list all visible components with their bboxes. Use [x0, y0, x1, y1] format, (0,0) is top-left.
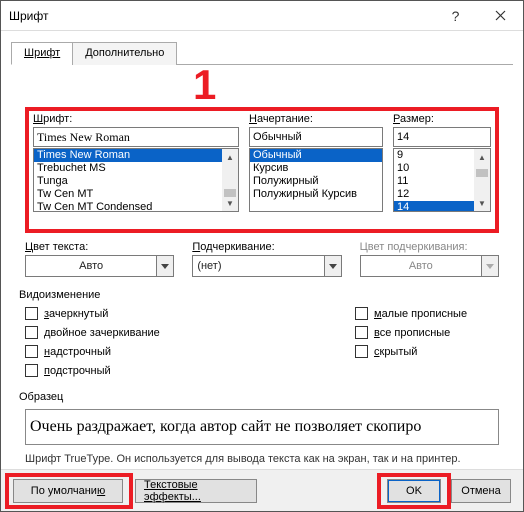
list-item[interactable]: Курсив	[250, 162, 382, 175]
check-all-caps[interactable]: все прописные	[355, 326, 467, 339]
tab-strip: Шрифт Дополнительно	[11, 41, 513, 65]
scroll-up-icon[interactable]: ▲	[474, 149, 490, 165]
annotation-1: 1	[193, 61, 216, 109]
button-bar: По умолчанию Текстовые эффекты... OK Отм…	[1, 469, 523, 511]
close-icon	[495, 10, 506, 21]
list-item[interactable]: Tunga	[34, 175, 238, 188]
tab-font[interactable]: Шрифт	[11, 42, 73, 65]
cancel-button[interactable]: Отмена	[451, 479, 511, 503]
window-title: Шрифт	[1, 9, 433, 23]
size-listbox[interactable]: 9 10 11 12 14 ▲ ▼	[393, 148, 491, 212]
size-input[interactable]	[393, 127, 491, 147]
titlebar: Шрифт ?	[1, 1, 523, 31]
scroll-up-icon[interactable]: ▲	[222, 149, 238, 165]
font-dialog: Шрифт ? Шрифт Дополнительно 1 Шрифт: Tim…	[0, 0, 524, 512]
check-hidden[interactable]: скрытый	[355, 345, 467, 358]
list-item[interactable]: Trebuchet MS	[34, 162, 238, 175]
style-listbox[interactable]: Обычный Курсив Полужирный Полужирный Кур…	[249, 148, 383, 212]
underline-color-label: Цвет подчеркивания:	[360, 241, 499, 253]
check-double-strikethrough[interactable]: двойное зачеркивание	[25, 326, 355, 339]
list-item[interactable]: Полужирный Курсив	[250, 188, 382, 201]
sample-preview: Очень раздражает, когда автор сайт не по…	[25, 409, 499, 445]
size-label: Размер:	[393, 113, 491, 125]
font-input[interactable]	[33, 127, 239, 147]
truetype-hint: Шрифт TrueType. Он используется для выво…	[25, 453, 461, 465]
tab-advanced[interactable]: Дополнительно	[72, 42, 177, 65]
scrollbar[interactable]: ▲ ▼	[474, 149, 490, 211]
annotation-box-2	[5, 473, 133, 509]
check-superscript[interactable]: надстрочный	[25, 345, 355, 358]
underline-style-dropdown[interactable]: (нет)	[192, 255, 341, 277]
check-subscript[interactable]: подстрочный	[25, 364, 355, 377]
text-effects-button[interactable]: Текстовые эффекты...	[135, 479, 257, 503]
size-column: Размер: 9 10 11 12 14 ▲ ▼	[393, 113, 491, 212]
color-row: Цвет текста: Авто Подчеркивание: (нет) Ц…	[25, 241, 499, 277]
font-color-label: Цвет текста:	[25, 241, 174, 253]
list-item[interactable]: Tw Cen MT	[34, 188, 238, 201]
scrollbar[interactable]: ▲ ▼	[222, 149, 238, 211]
chevron-down-icon	[156, 255, 174, 277]
sample-label: Образец	[19, 391, 63, 403]
check-small-caps[interactable]: малые прописные	[355, 307, 467, 320]
underline-color-dropdown: Авто	[360, 255, 499, 277]
font-column: Шрифт: Times New Roman Trebuchet MS Tung…	[33, 113, 239, 212]
font-listbox[interactable]: Times New Roman Trebuchet MS Tunga Tw Ce…	[33, 148, 239, 212]
annotation-box-3	[377, 473, 451, 509]
check-strikethrough[interactable]: зачеркнутый	[25, 307, 355, 320]
style-column: Начертание: Обычный Курсив Полужирный По…	[249, 113, 383, 212]
scroll-down-icon[interactable]: ▼	[474, 195, 490, 211]
list-item[interactable]: Times New Roman	[34, 149, 238, 162]
effects-group-label: Видоизменение	[19, 289, 100, 301]
chevron-down-icon	[481, 255, 499, 277]
style-input[interactable]	[249, 127, 383, 147]
chevron-down-icon	[324, 255, 342, 277]
font-label: Шрифт:	[33, 113, 239, 125]
help-button[interactable]: ?	[433, 1, 478, 31]
close-button[interactable]	[478, 1, 523, 31]
scroll-down-icon[interactable]: ▼	[222, 195, 238, 211]
client-area: Шрифт Дополнительно 1 Шрифт: Times New R…	[1, 31, 523, 65]
font-color-dropdown[interactable]: Авто	[25, 255, 174, 277]
effects-checks: зачеркнутый двойное зачеркивание надстро…	[25, 307, 499, 377]
list-item[interactable]: Полужирный	[250, 175, 382, 188]
list-item[interactable]: Обычный	[250, 149, 382, 162]
style-label: Начертание:	[249, 113, 383, 125]
list-item[interactable]: Tw Cen MT Condensed	[34, 201, 238, 212]
underline-style-label: Подчеркивание:	[192, 241, 341, 253]
